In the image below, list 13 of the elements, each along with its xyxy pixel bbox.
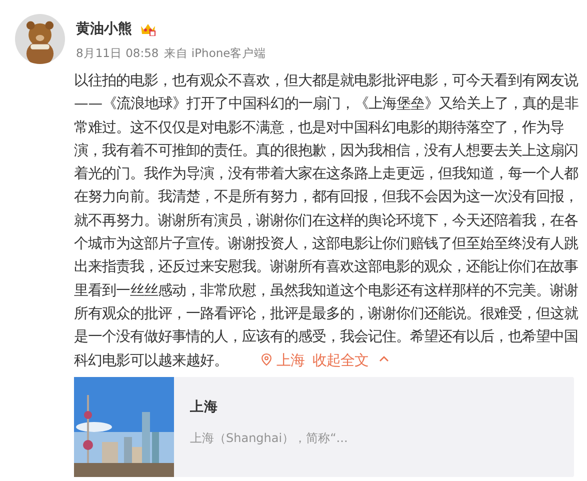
author-name[interactable]: 黄油小熊 — [76, 20, 132, 38]
crown-icon — [140, 22, 156, 36]
post-text: 以往拍的电影，也有观众不喜欢，但大都是就电影批评电影，可今天看到有网友说——《流浪地球》打开了中国科幻的一扇门，《上海堡垒》又给关上了，真的是非常难过。这不仅仅是对电影不满意，也是对中国科幻电影的期待落空了，作为导演，我有着不可推卸的责任。真的很抱歉，因为我相信，没有人想要去关上这扇闪着光的门。我作为导演，没有带着大家在这条路上走更远，但我知道，每一个人都在努力向前。我清楚，不是所有努力，都有回报，但我不会因为这一次没有回报，就不再努力。谢谢所有演员，谢谢你们在这样的舆论环境下，今天还陪着我，在各个城市为这部片子宣传。谢谢投资人，这部电影让你们赔钱了但至始至终没有人跳出来指责我，还反过来安慰我。谢谢所有喜欢这部电影的观众，还能让你们在故事里看到一丝丝感动，非常欣慰，虽然我知道这个电影还有这样那样的不完美。谢谢所有观众的批评，一路看评论，批评是最多的，谢谢你们还能说。很难受，但这就是一个没有做好事情的人，应该有的感受，我会记住。希望还有以后，也希望中国科幻电影可以越来越好。 上海 收起全文 — [74, 72, 580, 371]
avatar[interactable] — [15, 14, 65, 64]
location-card[interactable]: 上海 上海（Shanghai），简称“... — [74, 376, 574, 477]
caret-up-icon — [378, 356, 389, 362]
location-link[interactable]: 上海 — [260, 352, 305, 369]
collapse-link[interactable]: 收起全文 — [312, 352, 389, 369]
location-pin-icon — [260, 352, 272, 366]
post-source: 来自 iPhone客户端 — [164, 46, 266, 61]
card-title: 上海 — [190, 398, 219, 416]
post-time[interactable]: 8月11日 08:58 — [76, 46, 159, 61]
card-description: 上海（Shanghai），简称“... — [190, 430, 348, 447]
